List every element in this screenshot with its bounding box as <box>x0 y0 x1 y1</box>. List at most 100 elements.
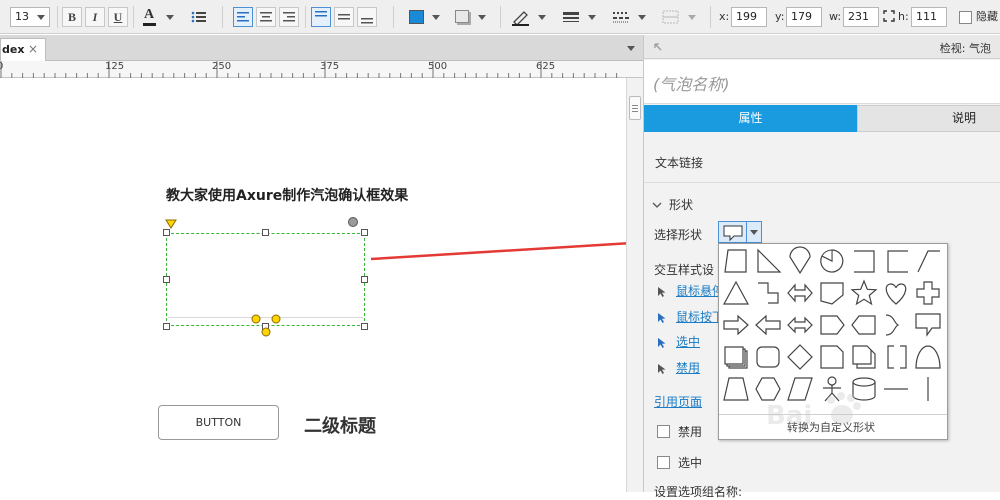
semicircle-shape[interactable] <box>915 345 941 369</box>
tab-document[interactable]: dex × <box>0 38 46 61</box>
align-middle-button[interactable] <box>334 7 354 27</box>
bold-button[interactable]: B <box>62 7 82 27</box>
resize-handle[interactable] <box>163 323 170 330</box>
line-color-button[interactable] <box>510 7 550 27</box>
grip-line <box>632 105 638 106</box>
line-style-button[interactable] <box>610 7 650 27</box>
reverse-tag-shape[interactable] <box>851 315 876 335</box>
toolbar-divider <box>305 6 306 28</box>
italic-button[interactable]: I <box>85 7 105 27</box>
teardrop-shape[interactable] <box>789 246 811 275</box>
select-shape-dropdown[interactable] <box>718 221 762 243</box>
bracket-rect-shape[interactable] <box>887 250 908 273</box>
align-left-icon <box>237 12 249 22</box>
tab-list-dropdown-icon[interactable] <box>627 46 635 51</box>
heart-shape[interactable] <box>885 283 907 305</box>
toolbar-divider <box>222 6 223 28</box>
mouse-down-link[interactable]: 鼠标按下 <box>676 308 724 325</box>
shadow-button[interactable] <box>452 7 490 27</box>
align-top-button[interactable] <box>311 7 331 27</box>
shadow-icon <box>455 10 469 23</box>
step-shape[interactable] <box>758 282 779 304</box>
canvas-vertical-scrollbar[interactable] <box>626 78 643 492</box>
pie-shape[interactable] <box>820 249 844 273</box>
text-link-row[interactable]: 文本链接 <box>644 132 1000 183</box>
selected-link[interactable]: 选中 <box>676 333 700 350</box>
trapezoid-inverse-shape[interactable] <box>723 377 749 401</box>
chevron-down-icon[interactable] <box>652 200 662 210</box>
resize-handle[interactable] <box>163 276 170 283</box>
reference-page-link[interactable]: 引用页面 <box>654 393 702 410</box>
x-input[interactable]: 199 <box>731 7 767 27</box>
left-arrow-shape[interactable] <box>755 314 781 336</box>
align-bottom-button[interactable] <box>357 7 377 27</box>
mouse-hover-link[interactable]: 鼠标悬停 <box>676 282 724 299</box>
font-color-button[interactable]: A <box>140 7 178 27</box>
canvas-heading[interactable]: 教大家使用Axure制作汽泡确认框效果 <box>166 185 408 205</box>
resize-handle[interactable] <box>361 276 368 283</box>
rotate-handle-icon[interactable] <box>347 216 359 228</box>
fill-color-button[interactable] <box>406 7 444 27</box>
multi-document-shape[interactable] <box>852 345 876 369</box>
underline-button[interactable]: U <box>108 7 128 27</box>
chevron-down-icon <box>478 15 486 20</box>
resize-handle[interactable] <box>163 229 170 236</box>
left-right-arrow-shape[interactable] <box>787 316 813 334</box>
line-width-button[interactable] <box>560 7 600 27</box>
resize-handle[interactable] <box>262 229 269 236</box>
w-input[interactable]: 231 <box>843 7 879 27</box>
tab-notes[interactable]: 说明 <box>857 105 1000 132</box>
y-input[interactable]: 179 <box>786 7 822 27</box>
double-arrow-shape[interactable] <box>787 283 813 303</box>
font-size-select[interactable]: 13 <box>10 7 50 27</box>
rectangle-shape[interactable] <box>854 250 875 273</box>
resize-handle[interactable] <box>361 323 368 330</box>
right-arrow-shape[interactable] <box>723 314 749 336</box>
align-right-button[interactable] <box>279 7 299 27</box>
document-shape[interactable] <box>820 345 844 369</box>
cross-shape[interactable] <box>916 281 940 305</box>
design-canvas[interactable]: 教大家使用Axure制作汽泡确认框效果 BUTTON 二级标题 <box>0 78 626 492</box>
brace-shape[interactable] <box>885 314 900 336</box>
chevron-down-icon <box>37 15 45 20</box>
bullet-list-button[interactable] <box>188 7 210 27</box>
h-input[interactable]: 111 <box>911 7 947 27</box>
resize-handle[interactable] <box>361 229 368 236</box>
right-triangle-shape[interactable] <box>757 248 782 273</box>
trapezoid-shape[interactable] <box>724 249 747 273</box>
rounded-rect-shape[interactable] <box>756 346 780 368</box>
diamond-shape[interactable] <box>787 344 813 370</box>
stack-shape[interactable] <box>724 346 748 369</box>
corner-adjust-triangle-icon[interactable] <box>165 218 177 230</box>
expand-arrow-icon[interactable] <box>652 41 664 53</box>
hidden-checkbox[interactable] <box>959 11 972 24</box>
scrollbar-thumb[interactable] <box>629 96 641 120</box>
svg-text:Bai: Bai <box>766 401 812 431</box>
arrow-tag-shape[interactable] <box>820 315 845 335</box>
selected-checkbox[interactable] <box>657 456 670 469</box>
x-label: x: <box>719 10 730 23</box>
toolbar-divider <box>500 6 501 28</box>
bracket-left-shape[interactable] <box>887 345 907 369</box>
pentagon-tag-shape[interactable] <box>820 282 844 305</box>
disabled-checkbox[interactable] <box>657 425 670 438</box>
align-center-button[interactable] <box>256 7 276 27</box>
cursor-icon <box>658 364 666 374</box>
align-top-icon <box>315 11 327 17</box>
button-widget[interactable]: BUTTON <box>158 405 279 440</box>
callout-tail-handles-icon[interactable] <box>249 312 283 338</box>
lock-ratio-button[interactable] <box>883 10 895 22</box>
align-bottom-icon <box>361 18 373 24</box>
star-shape[interactable] <box>850 279 878 306</box>
toolbar-divider <box>710 6 711 28</box>
arrow-style-button[interactable] <box>660 7 700 27</box>
callout-shape[interactable] <box>915 313 941 337</box>
tab-properties[interactable]: 属性 <box>644 105 857 132</box>
close-icon[interactable]: × <box>28 39 38 60</box>
align-left-button[interactable] <box>233 7 253 27</box>
triangle-shape[interactable] <box>722 280 750 305</box>
element-name-input[interactable]: (气泡名称) <box>653 71 730 95</box>
slanted-corner-shape[interactable] <box>917 250 940 273</box>
disabled-link[interactable]: 禁用 <box>676 359 700 376</box>
subheading-widget[interactable]: 二级标题 <box>304 412 376 438</box>
